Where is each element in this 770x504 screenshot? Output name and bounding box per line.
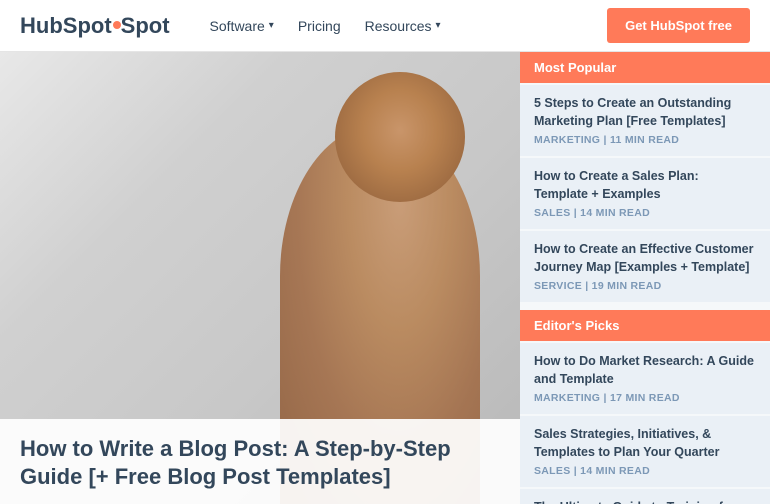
- nav-resources[interactable]: Resources ▾: [355, 12, 451, 40]
- article-title: How to Create a Sales Plan: Template + E…: [534, 168, 756, 203]
- article-title: How to Do Market Research: A Guide and T…: [534, 353, 756, 388]
- hero-title: How to Write a Blog Post: A Step-by-Step…: [20, 435, 500, 492]
- list-item[interactable]: How to Do Market Research: A Guide and T…: [520, 343, 770, 414]
- nav-software[interactable]: Software ▾: [200, 12, 284, 40]
- list-item[interactable]: How to Create a Sales Plan: Template + E…: [520, 158, 770, 229]
- nav-pricing[interactable]: Pricing: [288, 12, 351, 40]
- nav-pricing-label: Pricing: [298, 18, 341, 34]
- chevron-down-icon-2: ▾: [436, 20, 441, 31]
- hero-title-overlay: How to Write a Blog Post: A Step-by-Step…: [0, 419, 520, 504]
- nav-software-label: Software: [210, 18, 265, 34]
- article-meta: SALES | 14 MIN READ: [534, 465, 756, 477]
- logo-text2: Spot: [121, 13, 170, 39]
- nav-resources-label: Resources: [365, 18, 432, 34]
- article-title: How to Create an Effective Customer Jour…: [534, 241, 756, 276]
- editors-picks-header: Editor's Picks: [520, 310, 770, 341]
- list-item[interactable]: 5 Steps to Create an Outstanding Marketi…: [520, 85, 770, 156]
- sidebar: Most Popular 5 Steps to Create an Outsta…: [520, 52, 770, 504]
- site-header: HubSpot Spot Software ▾ Pricing Resources…: [0, 0, 770, 52]
- list-item[interactable]: Sales Strategies, Initiatives, & Templat…: [520, 416, 770, 487]
- logo-text: HubSpot: [20, 13, 112, 39]
- chevron-down-icon: ▾: [269, 20, 274, 31]
- list-item[interactable]: The Ultimate Guide to Training for Custo…: [520, 489, 770, 504]
- article-title: Sales Strategies, Initiatives, & Templat…: [534, 426, 756, 461]
- hero-area: How to Write a Blog Post: A Step-by-Step…: [0, 52, 520, 504]
- logo[interactable]: HubSpot Spot: [20, 13, 170, 39]
- list-item[interactable]: How to Create an Effective Customer Jour…: [520, 231, 770, 302]
- article-meta: SALES | 14 MIN READ: [534, 207, 756, 219]
- article-meta: SERVICE | 19 MIN READ: [534, 280, 756, 292]
- article-meta: MARKETING | 17 MIN READ: [534, 392, 756, 404]
- article-title: The Ultimate Guide to Training for Custo…: [534, 499, 756, 504]
- main-nav: Software ▾ Pricing Resources ▾: [200, 12, 608, 40]
- main-content: How to Write a Blog Post: A Step-by-Step…: [0, 52, 770, 504]
- get-hubspot-free-button[interactable]: Get HubSpot free: [607, 8, 750, 43]
- article-title: 5 Steps to Create an Outstanding Marketi…: [534, 95, 756, 130]
- most-popular-header: Most Popular: [520, 52, 770, 83]
- logo-dot: [113, 21, 121, 29]
- article-meta: MARKETING | 11 MIN READ: [534, 134, 756, 146]
